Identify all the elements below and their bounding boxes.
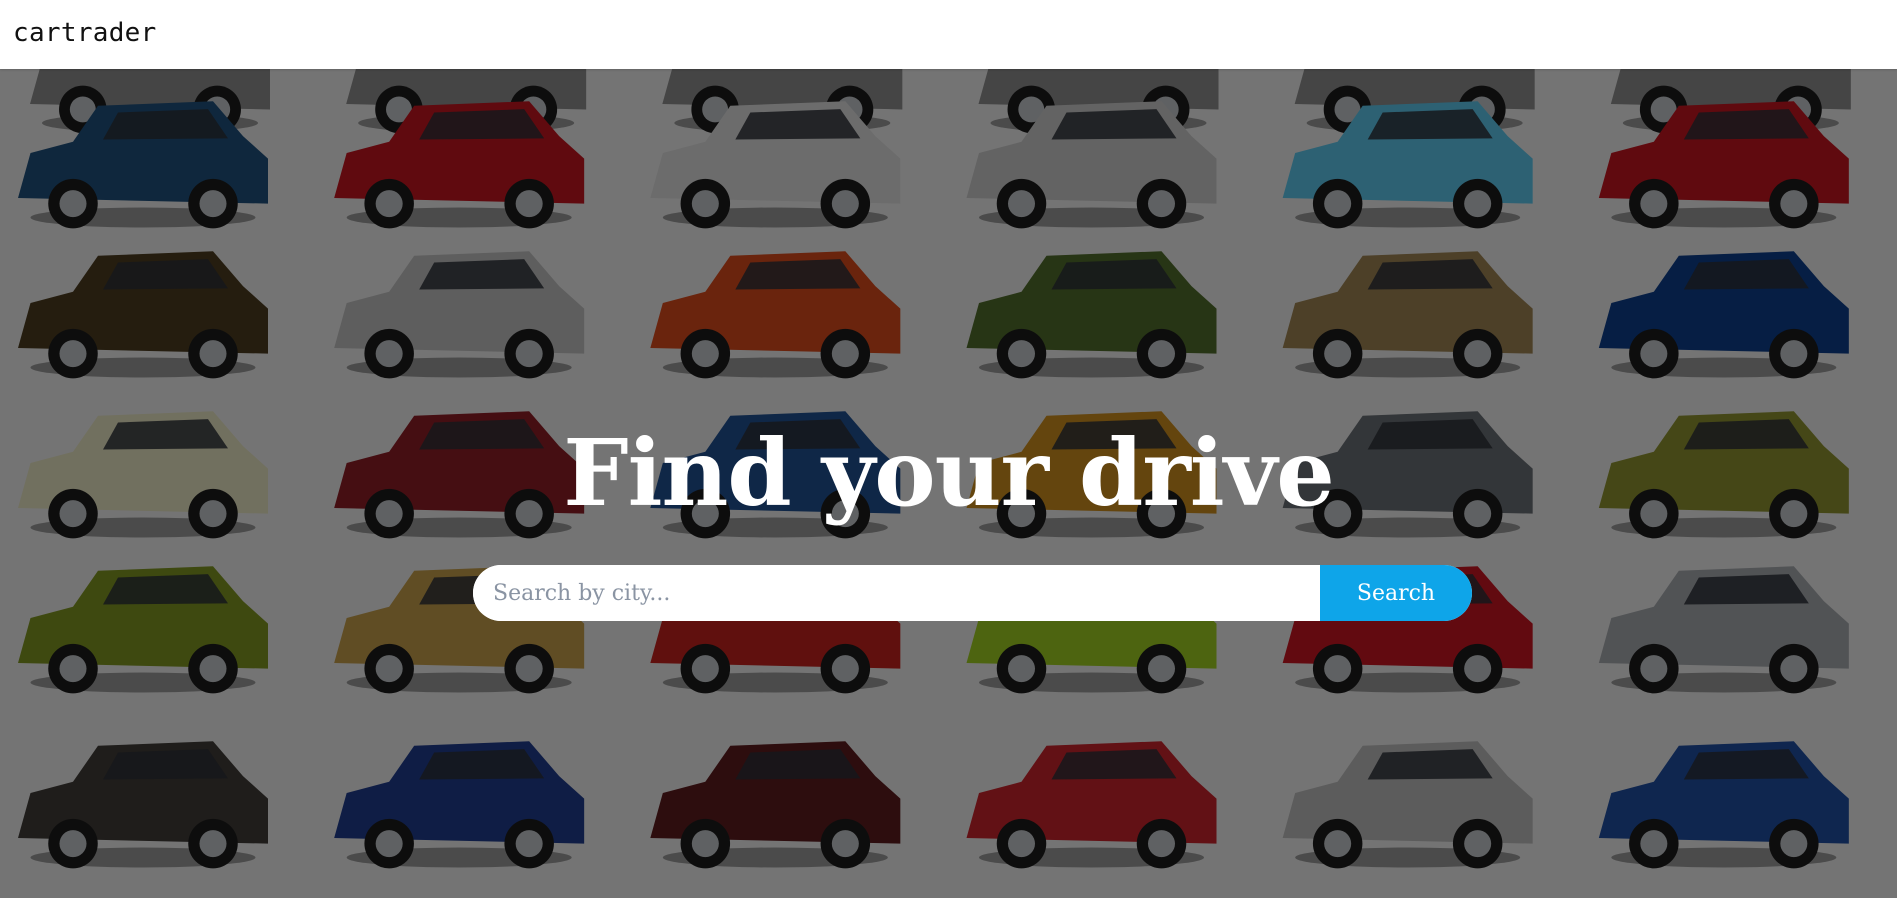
city-search-bar: Search (473, 565, 1472, 621)
city-search-input[interactable] (473, 565, 1320, 621)
brand-logo-link[interactable]: cartrader (13, 18, 157, 48)
top-navbar: cartrader (0, 0, 1897, 69)
hero-title: Find your drive (563, 419, 1334, 527)
hero-content: Find your drive Search (0, 69, 1897, 898)
search-button[interactable]: Search (1320, 565, 1472, 621)
hero-section: Find your drive Search (0, 69, 1897, 898)
